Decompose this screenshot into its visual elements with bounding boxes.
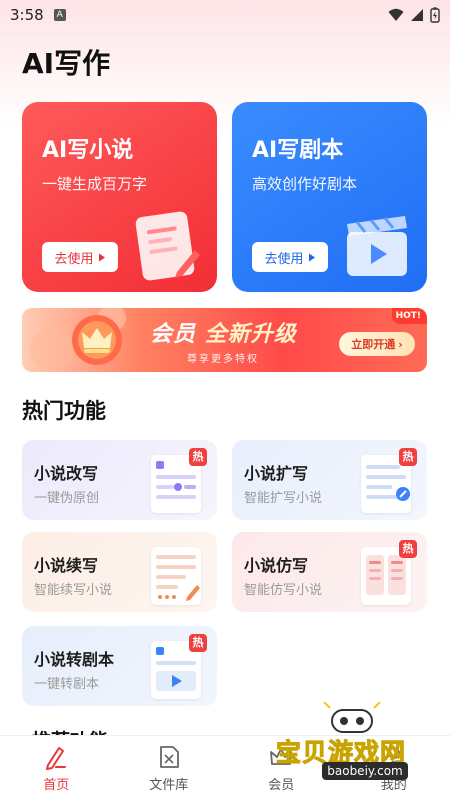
site-watermark: 宝贝游戏网 baobeiy.com (270, 700, 450, 800)
tab-file-library[interactable]: 文件库 (113, 736, 226, 800)
card-title: AI写小说 (42, 138, 134, 163)
hot-badge: HOT! (391, 308, 427, 324)
vip-title-left: 会员 (150, 322, 197, 347)
notification-icon: A (53, 9, 66, 21)
status-time: 3:58 (10, 6, 44, 24)
function-name: 小说续写 (34, 556, 99, 575)
function-desc: 一键伪原创 (34, 491, 100, 506)
hot-section-title: 热门功能 (22, 399, 106, 423)
novel-to-script-card[interactable]: 小说转剧本 一键转剧本 热 (22, 626, 217, 706)
novel-imitate-card[interactable]: 小说仿写 智能仿写小说 热 (232, 532, 427, 612)
card-title: AI写剧本 (252, 138, 344, 163)
chevron-right-icon: › (398, 337, 403, 351)
wifi-icon (388, 8, 404, 21)
vip-title: 会员 全新升级 (150, 316, 297, 348)
function-name: 小说扩写 (244, 464, 309, 483)
function-desc: 智能仿写小说 (244, 583, 323, 598)
function-desc: 一键转剧本 (34, 677, 100, 692)
function-name: 小说仿写 (244, 556, 309, 575)
status-bar: 3:58 A (0, 0, 450, 30)
use-button-label: 去使用 (54, 251, 94, 267)
activate-now-label: 立即开通 (351, 338, 396, 351)
activate-now-button[interactable]: 立即开通 › (339, 332, 415, 356)
function-desc: 智能续写小说 (34, 583, 113, 598)
page-title: AI写作 (22, 47, 111, 80)
function-name: 小说改写 (34, 464, 99, 483)
card-subtitle: 一键生成百万字 (42, 175, 148, 193)
play-arrow-icon (98, 253, 105, 261)
hot-tag: 热 (399, 540, 417, 558)
vip-subtitle: 尊享更多特权 (187, 354, 259, 365)
tab-home[interactable]: 首页 (0, 736, 113, 800)
crown-icon (30, 308, 126, 372)
pen-icon (46, 747, 67, 770)
function-desc: 智能扩写小说 (244, 491, 323, 506)
function-name: 小说转剧本 (34, 650, 115, 669)
novel-continue-card[interactable]: 小说续写 智能续写小说 (22, 532, 217, 612)
hot-tag: 热 (189, 634, 207, 652)
novel-expand-card[interactable]: 小说扩写 智能扩写小说 热 (232, 440, 427, 520)
tab-label: 首页 (43, 778, 70, 793)
hot-tag: 热 (189, 448, 207, 466)
card-subtitle: 高效创作好剧本 (252, 175, 358, 193)
novel-rewrite-card[interactable]: 小说改写 一键伪原创 热 (22, 440, 217, 520)
use-button-label: 去使用 (264, 251, 304, 267)
use-button[interactable]: 去使用 (42, 242, 118, 272)
status-indicators (388, 7, 440, 23)
use-button[interactable]: 去使用 (252, 242, 328, 272)
hot-tag: 热 (399, 448, 417, 466)
continue-document-icon (151, 547, 201, 605)
document-icon (159, 746, 179, 768)
ai-novel-card[interactable]: AI写小说 一键生成百万字 去使用 (22, 102, 217, 292)
battery-icon (430, 7, 440, 23)
watermark-url: baobeiy.com (322, 762, 408, 780)
clapperboard-illustration (347, 216, 407, 276)
document-pen-illustration (135, 211, 200, 281)
ai-script-card[interactable]: AI写剧本 高效创作好剧本 去使用 (232, 102, 427, 292)
play-arrow-icon (308, 253, 315, 261)
signal-icon (411, 9, 423, 21)
tab-label: 文件库 (149, 778, 189, 793)
vip-title-right: 全新升级 (204, 322, 297, 347)
vip-upgrade-banner[interactable]: 会员 全新升级 尊享更多特权 HOT! 立即开通 › (22, 308, 427, 372)
